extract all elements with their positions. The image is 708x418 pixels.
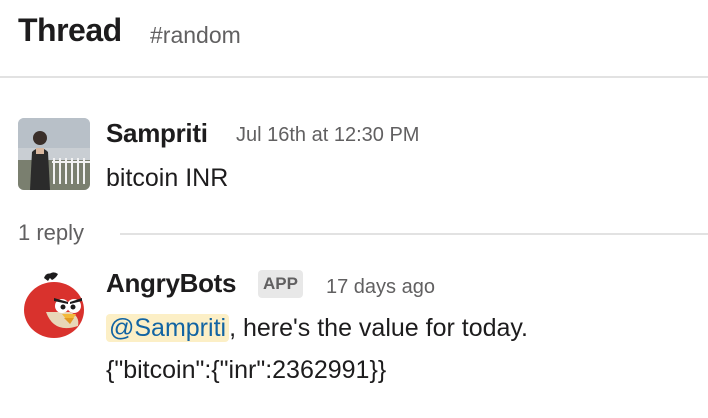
message-text-body: , here's the value for today. [229, 314, 529, 342]
angry-bird-avatar-icon[interactable] [18, 268, 90, 340]
message-text: bitcoin INR [106, 164, 229, 192]
message-text: @Sampriti, here's the value for today. [106, 314, 528, 343]
reply-count: 1 reply [18, 220, 85, 245]
thread-header: Thread #random [0, 0, 708, 78]
user-mention[interactable]: @Sampriti [106, 314, 230, 342]
reply-divider [120, 233, 708, 235]
message-author[interactable]: AngryBots [106, 268, 237, 299]
thread-title: Thread [18, 12, 122, 48]
message-payload: {"bitcoin":{"inr":2362991}} [106, 356, 387, 384]
message-timestamp[interactable]: Jul 16th at 12:30 PM [236, 124, 419, 147]
message-timestamp[interactable]: 17 days ago [326, 276, 435, 299]
channel-link[interactable]: #random [150, 22, 241, 49]
message-author[interactable]: Sampriti [106, 118, 208, 149]
user-avatar-icon[interactable] [18, 118, 90, 190]
reply-count-row: 1 reply [0, 216, 708, 252]
app-badge: APP [258, 270, 303, 298]
